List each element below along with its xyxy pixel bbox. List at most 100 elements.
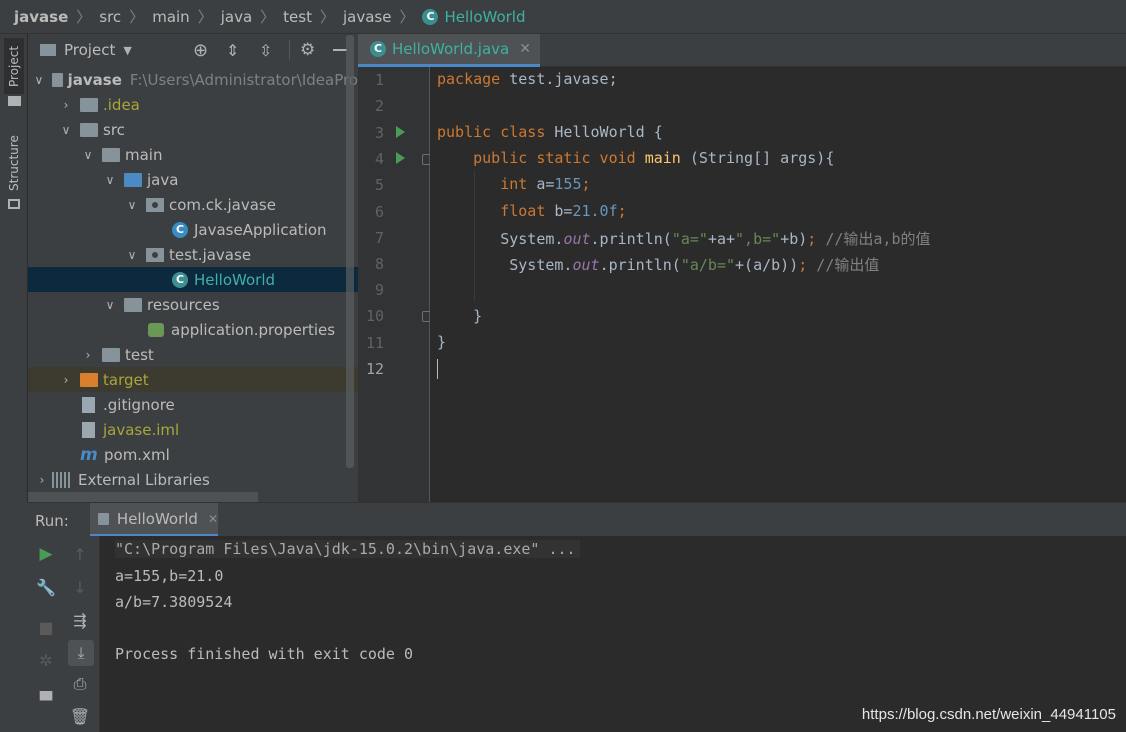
tree-item-label: External Libraries: [78, 470, 210, 489]
package-icon: [146, 197, 164, 212]
console-line-command: "C:\Program Files\Java\jdk-15.0.2\bin\ja…: [115, 540, 580, 558]
tree-item-label: JavaseApplication: [194, 220, 327, 239]
folder-icon: [102, 347, 120, 362]
run-main-icon[interactable]: [396, 152, 405, 164]
line-number-current: 12: [365, 360, 384, 378]
class-icon: C: [422, 8, 439, 25]
line-number: 3: [374, 124, 384, 142]
tree-item-java[interactable]: ∨ java: [28, 167, 358, 192]
breadcrumb-item-current[interactable]: HelloWorld: [444, 8, 525, 26]
breadcrumb-item[interactable]: java: [221, 8, 252, 26]
line-number: 11: [365, 334, 384, 352]
breadcrumb-item[interactable]: src: [99, 8, 121, 26]
stop-icon[interactable]: ■: [36, 617, 56, 637]
breadcrumb-item[interactable]: javase: [14, 8, 68, 26]
project-view-selector[interactable]: Project: [64, 41, 115, 59]
folder-icon: [8, 96, 21, 106]
editor-tab-helloworld[interactable]: C HelloWorld.java ✕: [358, 34, 540, 67]
tree-item-iml[interactable]: javase.iml: [28, 417, 358, 442]
chevron-down-icon: ∨: [105, 172, 115, 187]
tree-item-class[interactable]: C JavaseApplication: [28, 217, 358, 242]
tree-item-pom[interactable]: m pom.xml: [28, 442, 358, 467]
chevron-right-icon: 〉: [197, 8, 213, 26]
source-folder-icon: [124, 172, 142, 187]
scroll-to-end-icon[interactable]: ⤓: [68, 640, 94, 666]
chevron-down-icon: ∨: [34, 72, 44, 87]
indent-guide: [474, 171, 475, 301]
breadcrumb-item[interactable]: main: [152, 8, 189, 26]
chevron-right-icon: 〉: [129, 8, 145, 26]
line-number: 5: [374, 176, 384, 194]
chevron-down-icon: ∨: [127, 197, 137, 212]
tree-item-label: java: [147, 170, 179, 189]
tree-item-label: test: [125, 345, 154, 364]
code-line: }: [437, 307, 483, 325]
breadcrumb: javase 〉 src 〉 main 〉 java 〉 test 〉 javase 〉 C…: [0, 0, 1126, 34]
tree-item-src[interactable]: ∨ src: [28, 117, 358, 142]
chevron-down-icon[interactable]: ▼: [123, 44, 131, 57]
tree-item-label: javase: [67, 70, 122, 89]
soft-wrap-icon[interactable]: ⇶: [70, 610, 90, 630]
tree-item-package[interactable]: ∨ test.javase: [28, 242, 358, 267]
arrow-down-icon[interactable]: ↓: [70, 577, 90, 597]
run-class-icon[interactable]: [396, 126, 405, 138]
breadcrumb-item[interactable]: javase: [343, 8, 391, 26]
code-line: public static void main (String[] args){: [473, 149, 835, 167]
class-icon: C: [172, 221, 188, 238]
line-number: 1: [374, 71, 384, 89]
project-tool-tab[interactable]: Project: [4, 38, 24, 94]
expand-all-icon[interactable]: ⇕: [226, 41, 239, 60]
tree-item-idea[interactable]: › .idea: [28, 92, 358, 117]
chevron-down-icon: ∨: [127, 247, 137, 262]
run-tab-label: HelloWorld: [116, 509, 198, 528]
rerun-icon[interactable]: ▶: [36, 544, 56, 564]
tree-item-project-root[interactable]: ∨ javase F:\Users\Administrator\IdeaPro: [28, 67, 358, 92]
vertical-scrollbar[interactable]: [346, 35, 354, 468]
horizontal-scrollbar[interactable]: [28, 492, 258, 502]
console-output[interactable]: "C:\Program Files\Java\jdk-15.0.2\bin\ja…: [100, 536, 1126, 732]
structure-tool-tab[interactable]: Structure: [4, 132, 24, 194]
console-line: a/b=7.3809524: [115, 593, 233, 611]
close-icon[interactable]: ✕: [208, 512, 218, 526]
run-label: Run:: [35, 512, 69, 530]
chevron-right-icon: ›: [39, 472, 45, 487]
line-number: 4: [374, 150, 384, 168]
folder-icon: [102, 147, 120, 162]
minimize-icon[interactable]: [333, 49, 347, 51]
breadcrumb-item[interactable]: test: [283, 8, 312, 26]
bug-icon[interactable]: ✲: [36, 650, 56, 670]
wrench-icon[interactable]: 🔧: [36, 577, 56, 597]
module-folder-icon: [51, 72, 63, 87]
tree-item-label: .gitignore: [103, 395, 175, 414]
layout-icon[interactable]: ▀: [36, 690, 56, 710]
tree-item-class-selected[interactable]: C HelloWorld: [28, 267, 358, 292]
structure-icon: [8, 199, 20, 209]
bottom-left-tool-strip: [0, 502, 28, 732]
chevron-right-icon: 〉: [319, 8, 335, 26]
tree-item-label: target: [103, 370, 149, 389]
tree-item-external-libraries[interactable]: › External Libraries: [28, 467, 358, 492]
tree-item-target[interactable]: › target: [28, 367, 358, 392]
chevron-right-icon: 〉: [399, 8, 415, 26]
tree-item-properties[interactable]: application.properties: [28, 317, 358, 342]
tree-item-package[interactable]: ∨ com.ck.javase: [28, 192, 358, 217]
trash-icon[interactable]: 🗑: [70, 706, 90, 726]
excluded-folder-icon: [80, 372, 98, 387]
collapse-all-icon[interactable]: ⇳: [259, 41, 272, 60]
gear-icon[interactable]: ⚙: [300, 40, 315, 60]
print-icon[interactable]: ⎙: [70, 674, 90, 694]
tree-item-gitignore[interactable]: .gitignore: [28, 392, 358, 417]
run-panel-header: Run: HelloWorld ✕: [28, 502, 1126, 537]
close-icon[interactable]: ✕: [519, 41, 531, 57]
run-toolbar-primary: ▶ 🔧 ■ ✲ ▀: [28, 536, 62, 732]
tree-item-resources[interactable]: ∨ resources: [28, 292, 358, 317]
code-line: public class HelloWorld {: [437, 123, 663, 141]
code-editor[interactable]: package test.javase; public class HelloW…: [430, 67, 1126, 502]
locate-icon[interactable]: ⊕: [193, 40, 208, 61]
run-tab-helloworld[interactable]: HelloWorld ✕: [90, 503, 218, 537]
console-icon: [98, 512, 109, 525]
tree-item-label: .idea: [103, 95, 140, 114]
tree-item-main[interactable]: ∨ main: [28, 142, 358, 167]
tree-item-test[interactable]: › test: [28, 342, 358, 367]
arrow-up-icon[interactable]: ↑: [70, 544, 90, 564]
